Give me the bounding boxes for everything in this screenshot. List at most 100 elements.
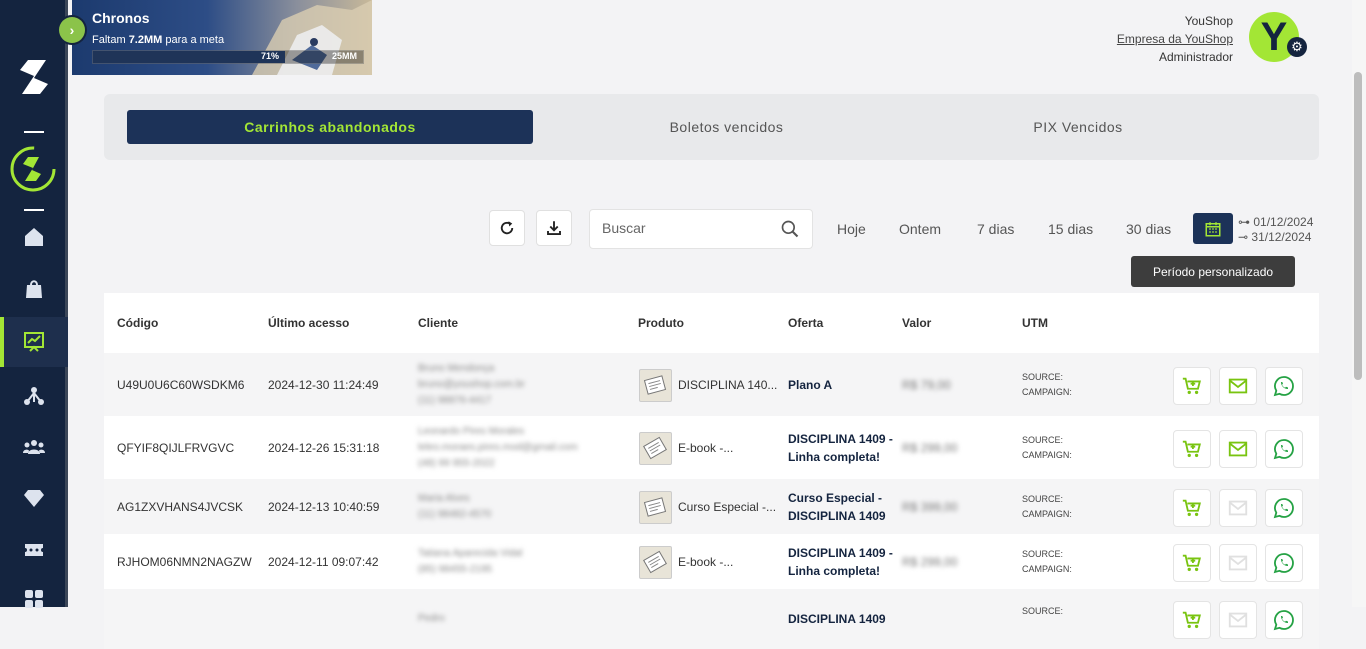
product-thumbnail bbox=[639, 545, 672, 579]
diamond-icon bbox=[24, 490, 44, 507]
email-icon bbox=[1228, 500, 1248, 515]
custom-period-button[interactable] bbox=[1193, 213, 1233, 244]
range-start-icon: ⊶ bbox=[1238, 215, 1254, 229]
cart-code: U49U0U6C60WSDKM6 bbox=[117, 377, 245, 392]
header-product[interactable]: Produto bbox=[638, 316, 684, 330]
range-end-icon: ⊸ bbox=[1238, 230, 1252, 244]
refresh-icon bbox=[500, 221, 514, 235]
download-button[interactable] bbox=[536, 210, 572, 246]
whatsapp-icon bbox=[1273, 610, 1294, 631]
recover-cart-button[interactable] bbox=[1173, 543, 1211, 582]
header-offer[interactable]: Oferta bbox=[788, 316, 823, 330]
utm-info: SOURCE: CAMPAIGN: bbox=[1022, 547, 1072, 577]
user-role: Administrador bbox=[1158, 50, 1233, 64]
cart-code: RJHOM06NMN2NAGZW bbox=[117, 554, 252, 569]
utm-info: SOURCE: CAMPAIGN: bbox=[1022, 433, 1072, 463]
header-client[interactable]: Cliente bbox=[418, 316, 458, 330]
bag-icon bbox=[26, 280, 42, 298]
sidebar-item-coupons[interactable] bbox=[0, 528, 68, 572]
header-value[interactable]: Valor bbox=[902, 316, 931, 330]
product-name: E-book -... bbox=[678, 554, 734, 569]
table-row[interactable]: RJHOM06NMN2NAGZW 2024-12-11 09:07:42 Tat… bbox=[104, 534, 1319, 589]
client-line: (11) 98876-4417 bbox=[418, 394, 492, 406]
utm-source: SOURCE: bbox=[1022, 606, 1064, 616]
sidebar-item-premium[interactable] bbox=[0, 476, 68, 520]
period-today[interactable]: Hoje bbox=[837, 221, 866, 237]
whatsapp-icon bbox=[1273, 438, 1294, 459]
client-info: Tatiana Aparecida Vidal (85) 98455-2195 bbox=[418, 546, 608, 578]
sidebar-item-products[interactable] bbox=[0, 267, 68, 311]
offer-name: DISCIPLINA 1409 - Linha completa! bbox=[788, 544, 893, 580]
chevron-right-icon: › bbox=[69, 22, 75, 38]
apps-icon bbox=[25, 590, 43, 608]
refresh-button[interactable] bbox=[489, 210, 525, 246]
cart-value: R$ 299,00 bbox=[902, 554, 958, 569]
recover-cart-button[interactable] bbox=[1173, 366, 1211, 405]
scrollbar-thumb[interactable] bbox=[1354, 72, 1362, 380]
send-email-button[interactable] bbox=[1219, 429, 1257, 468]
table-row[interactable]: AG1ZXVHANS4JVCSK 2024-12-13 10:40:59 Mar… bbox=[104, 479, 1319, 534]
client-line: (48) 99 955-2022 bbox=[418, 457, 495, 469]
table-row[interactable]: QFYIF8QIJLFRVGVC 2024-12-26 15:31:18 Leo… bbox=[104, 416, 1319, 479]
date-start: 01/12/2024 bbox=[1253, 215, 1314, 229]
utm-info: SOURCE: bbox=[1022, 604, 1063, 619]
search-input[interactable] bbox=[600, 219, 774, 237]
recover-cart-button[interactable] bbox=[1173, 488, 1211, 527]
period-15-days[interactable]: 15 dias bbox=[1048, 221, 1093, 237]
logo-ring-icon[interactable] bbox=[9, 145, 57, 193]
sidebar-item-members[interactable] bbox=[0, 425, 68, 469]
company-link[interactable]: Empresa da YouShop bbox=[1117, 30, 1233, 48]
utm-info: SOURCE: CAMPAIGN: bbox=[1022, 370, 1072, 400]
table-row[interactable]: U49U0U6C60WSDKM6 2024-12-30 11:24:49 Bru… bbox=[104, 353, 1319, 416]
period-30-days[interactable]: 30 dias bbox=[1126, 221, 1171, 237]
logo-icon bbox=[20, 60, 48, 94]
presentation-chart-icon bbox=[24, 332, 44, 352]
whatsapp-button[interactable] bbox=[1265, 429, 1303, 468]
whatsapp-button[interactable] bbox=[1265, 488, 1303, 527]
gear-icon[interactable]: ⚙ bbox=[1287, 37, 1307, 57]
sidebar-item-apps[interactable] bbox=[0, 577, 68, 621]
header-last-access[interactable]: Último acesso bbox=[268, 316, 349, 330]
whatsapp-button[interactable] bbox=[1265, 543, 1303, 582]
offer-line: DISCIPLINA 1409 - bbox=[788, 431, 893, 446]
email-icon bbox=[1228, 555, 1248, 570]
offer-line: Linha completa! bbox=[788, 449, 881, 464]
tab-expired-boletos[interactable]: Boletos vencidos bbox=[544, 110, 909, 144]
header-utm[interactable]: UTM bbox=[1022, 316, 1048, 330]
send-email-button[interactable] bbox=[1219, 488, 1257, 527]
last-access: 2024-12-26 15:31:18 bbox=[268, 440, 380, 455]
header-code[interactable]: Código bbox=[117, 316, 158, 330]
search-icon[interactable] bbox=[780, 219, 800, 239]
offer-line: DISCIPLINA 1409 bbox=[788, 508, 886, 523]
offer-line: DISCIPLINA 1409 - bbox=[788, 545, 893, 560]
client-line: Pedro bbox=[418, 613, 445, 624]
send-email-button[interactable] bbox=[1219, 543, 1257, 582]
product-thumbnail bbox=[639, 431, 672, 465]
whatsapp-button[interactable] bbox=[1265, 366, 1303, 405]
send-email-button[interactable] bbox=[1219, 366, 1257, 405]
home-icon bbox=[25, 228, 43, 246]
table-row[interactable]: Pedro DISCIPLINA 1409 SOURCE: bbox=[104, 589, 1319, 649]
last-access: 2024-12-30 11:24:49 bbox=[268, 377, 379, 392]
offer-line: Linha completa! bbox=[788, 563, 881, 578]
utm-campaign: CAMPAIGN: bbox=[1022, 386, 1072, 397]
client-line: Tatiana Aparecida Vidal bbox=[418, 547, 523, 559]
expand-banner-button[interactable]: › bbox=[59, 17, 85, 43]
period-yesterday[interactable]: Ontem bbox=[899, 221, 941, 237]
utm-source: SOURCE: bbox=[1022, 434, 1064, 445]
product-name: DISCIPLINA 140... bbox=[678, 377, 778, 392]
utm-info: SOURCE: CAMPAIGN: bbox=[1022, 492, 1072, 522]
sidebar-item-recovery[interactable] bbox=[0, 317, 68, 367]
cart-icon bbox=[1182, 611, 1201, 629]
period-7-days[interactable]: 7 dias bbox=[977, 221, 1014, 237]
utm-source: SOURCE: bbox=[1022, 548, 1064, 559]
sidebar-item-home[interactable] bbox=[0, 215, 68, 259]
divider bbox=[24, 209, 44, 211]
utm-campaign: CAMPAIGN: bbox=[1022, 508, 1072, 519]
user-name: YouShop bbox=[1184, 14, 1233, 28]
last-access: 2024-12-13 10:40:59 bbox=[268, 499, 380, 514]
sidebar-item-affiliates[interactable] bbox=[0, 374, 68, 418]
recover-cart-button[interactable] bbox=[1173, 429, 1211, 468]
tab-expired-pix[interactable]: PIX Vencidos bbox=[904, 110, 1252, 144]
tab-abandoned-carts[interactable]: Carrinhos abandonados bbox=[127, 110, 533, 144]
